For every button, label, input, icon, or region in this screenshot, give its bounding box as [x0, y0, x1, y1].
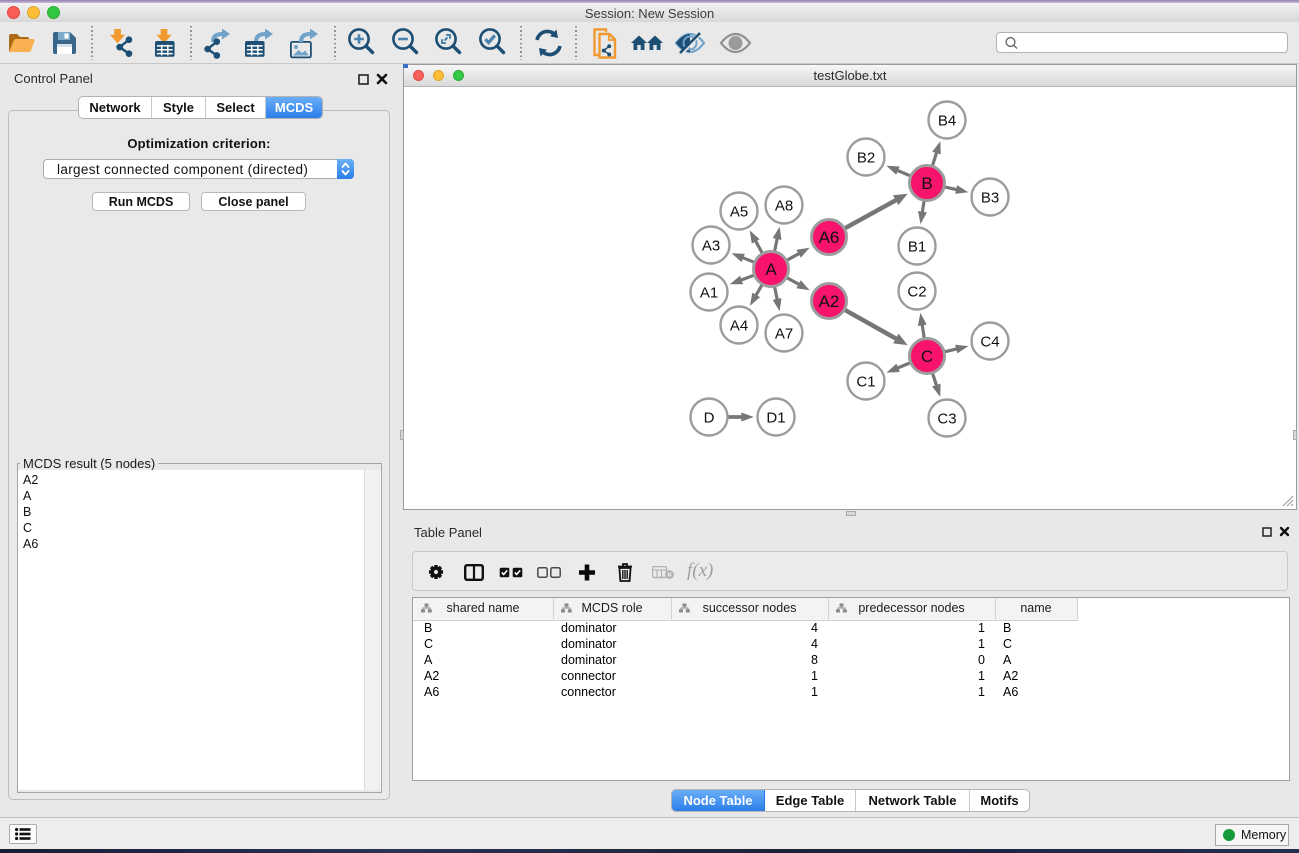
svg-text:C2: C2 — [907, 284, 926, 301]
svg-text:B: B — [921, 174, 932, 193]
svg-text:A7: A7 — [775, 326, 793, 343]
svg-text:D: D — [704, 410, 715, 427]
svg-text:C1: C1 — [856, 374, 875, 391]
svg-text:A1: A1 — [700, 285, 718, 302]
svg-text:B2: B2 — [857, 150, 875, 167]
svg-text:C4: C4 — [980, 334, 999, 351]
svg-text:B4: B4 — [938, 113, 956, 130]
svg-text:B3: B3 — [981, 190, 999, 207]
svg-text:A: A — [765, 260, 777, 279]
svg-text:C3: C3 — [937, 411, 956, 428]
svg-text:B1: B1 — [908, 239, 926, 256]
svg-text:A2: A2 — [819, 292, 840, 311]
svg-text:C: C — [921, 347, 933, 366]
svg-text:A8: A8 — [775, 198, 793, 215]
svg-text:D1: D1 — [766, 410, 785, 427]
svg-text:A6: A6 — [819, 228, 840, 247]
svg-text:A5: A5 — [730, 204, 748, 221]
svg-text:A4: A4 — [730, 318, 748, 335]
svg-text:A3: A3 — [702, 238, 720, 255]
